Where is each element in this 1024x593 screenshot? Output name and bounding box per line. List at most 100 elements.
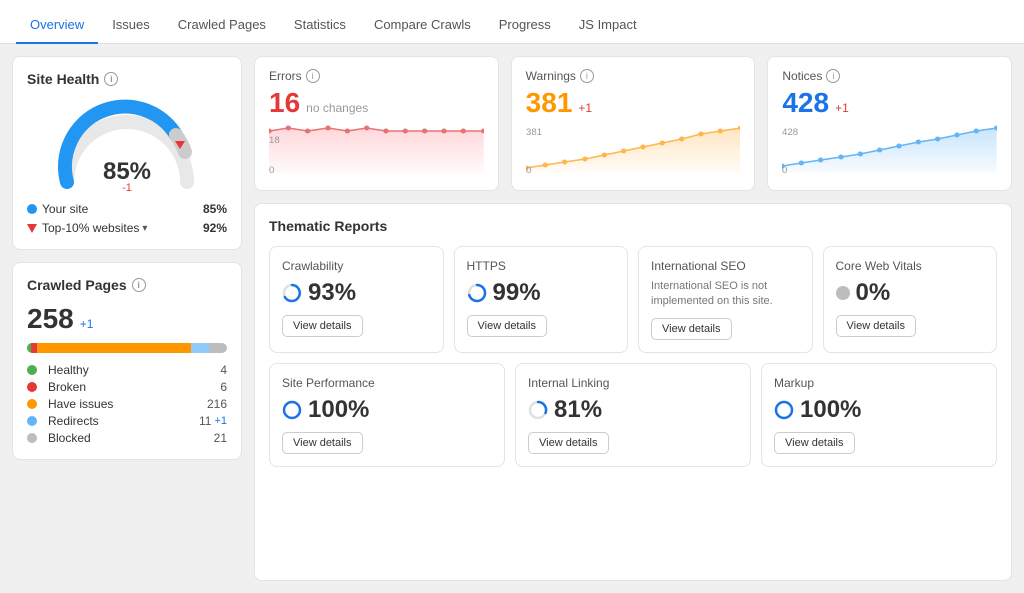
count-healthy: 4 xyxy=(220,363,227,377)
core-web-vitals-view-details-btn[interactable]: View details xyxy=(836,315,917,337)
your-site-value: 85% xyxy=(203,202,227,216)
redirects-delta: +1 xyxy=(214,415,227,427)
thematic-reports-section: Thematic Reports Crawlability 93% xyxy=(254,203,1012,581)
report-core-web-vitals: Core Web Vitals 0% View details xyxy=(823,246,998,353)
site-performance-view-details-btn[interactable]: View details xyxy=(282,432,363,454)
left-panel: Site Health i 85% xyxy=(12,56,242,581)
report-markup: Markup 100% View details xyxy=(761,363,997,467)
warnings-label: Warnings i xyxy=(526,69,741,83)
site-performance-circle-icon xyxy=(282,400,302,420)
https-pct: 99% xyxy=(467,279,616,307)
progress-blocked xyxy=(209,343,227,353)
legend-healthy: Healthy 4 xyxy=(27,363,227,377)
notices-value: 428 xyxy=(782,87,829,119)
svg-text:381: 381 xyxy=(526,127,542,137)
crawlability-circle-icon xyxy=(282,283,302,303)
core-web-vitals-gray-dot-icon xyxy=(836,286,850,300)
errors-info-icon[interactable]: i xyxy=(306,69,320,83)
notices-chart: 428 0 xyxy=(782,123,997,178)
warnings-label-text: Warnings xyxy=(526,69,576,83)
top-sites-value: 92% xyxy=(203,221,227,235)
markup-title: Markup xyxy=(774,376,984,390)
dot-blocked-icon xyxy=(27,433,37,443)
site-performance-pct: 100% xyxy=(282,396,492,424)
warnings-info-icon[interactable]: i xyxy=(580,69,594,83)
report-crawlability: Crawlability 93% View details xyxy=(269,246,444,353)
label-redirects: Redirects xyxy=(48,414,99,428)
crawled-pages-label: Crawled Pages xyxy=(27,277,127,293)
tab-js-impact[interactable]: JS Impact xyxy=(565,7,651,44)
warnings-value: 381 xyxy=(526,87,573,119)
notices-card: Notices i 428 +1 xyxy=(767,56,1012,191)
thematic-grid-row1: Crawlability 93% View details HTTPS xyxy=(269,246,997,353)
dot-redirects-icon xyxy=(27,416,37,426)
tab-overview[interactable]: Overview xyxy=(16,7,98,44)
site-health-card: Site Health i 85% xyxy=(12,56,242,250)
https-title: HTTPS xyxy=(467,259,616,273)
dot-broken-icon xyxy=(27,382,37,392)
your-site-legend: Your site 85% xyxy=(27,202,227,216)
errors-change: no changes xyxy=(306,101,368,115)
crawled-pages-title: Crawled Pages i xyxy=(27,277,227,293)
site-health-label: Site Health xyxy=(27,71,99,87)
dot-have-issues-icon xyxy=(27,399,37,409)
progress-redirects xyxy=(191,343,209,353)
svg-text:0: 0 xyxy=(269,165,274,175)
internal-linking-circle-icon xyxy=(528,400,548,420)
count-redirects: 11 +1 xyxy=(199,414,227,428)
warnings-change: +1 xyxy=(578,101,592,115)
notices-change: +1 xyxy=(835,101,849,115)
crawled-pages-info-icon[interactable]: i xyxy=(132,278,146,292)
gauge-delta: -1 xyxy=(122,182,132,194)
stats-row: Errors i 16 no changes xyxy=(254,56,1012,191)
crawlability-view-details-btn[interactable]: View details xyxy=(282,315,363,337)
https-view-details-btn[interactable]: View details xyxy=(467,315,548,337)
legend-broken: Broken 6 xyxy=(27,380,227,394)
tab-crawled-pages[interactable]: Crawled Pages xyxy=(164,7,280,44)
core-web-vitals-title: Core Web Vitals xyxy=(836,259,985,273)
svg-text:18: 18 xyxy=(269,135,280,145)
international-seo-view-details-btn[interactable]: View details xyxy=(651,318,732,340)
international-seo-note: International SEO is not implemented on … xyxy=(651,279,800,310)
label-blocked: Blocked xyxy=(48,431,91,445)
top-sites-caret-icon[interactable]: ▾ xyxy=(142,223,147,234)
count-blocked: 21 xyxy=(214,431,227,445)
progress-issues xyxy=(37,343,191,353)
report-https: HTTPS 99% View details xyxy=(454,246,629,353)
label-broken: Broken xyxy=(48,380,86,394)
errors-label: Errors i xyxy=(269,69,484,83)
site-performance-title: Site Performance xyxy=(282,376,492,390)
report-site-performance: Site Performance 100% View details xyxy=(269,363,505,467)
international-seo-title: International SEO xyxy=(651,259,800,273)
markup-circle-icon xyxy=(774,400,794,420)
errors-chart: 18 0 xyxy=(269,123,484,178)
markup-view-details-btn[interactable]: View details xyxy=(774,432,855,454)
warnings-chart: 381 0 xyxy=(526,123,741,178)
internal-linking-pct: 81% xyxy=(528,396,738,424)
thematic-reports-title: Thematic Reports xyxy=(269,218,997,234)
main-nav: Overview Issues Crawled Pages Statistics… xyxy=(0,0,1024,44)
markup-pct: 100% xyxy=(774,396,984,424)
your-site-dot xyxy=(27,204,37,214)
site-health-info-icon[interactable]: i xyxy=(104,72,118,86)
tab-statistics[interactable]: Statistics xyxy=(280,7,360,44)
tab-progress[interactable]: Progress xyxy=(485,7,565,44)
crawled-pages-card: Crawled Pages i 258 +1 xyxy=(12,262,242,460)
legend-blocked: Blocked 21 xyxy=(27,431,227,445)
right-panel: Errors i 16 no changes xyxy=(254,56,1012,581)
top-sites-legend: Top-10% websites ▾ 92% xyxy=(27,221,227,235)
crawlability-pct: 93% xyxy=(282,279,431,307)
notices-info-icon[interactable]: i xyxy=(826,69,840,83)
report-international-seo: International SEO International SEO is n… xyxy=(638,246,813,353)
svg-text:0: 0 xyxy=(526,165,531,175)
tab-issues[interactable]: Issues xyxy=(98,7,164,44)
site-health-title: Site Health i xyxy=(27,71,227,87)
main-content: Site Health i 85% xyxy=(0,44,1024,593)
your-site-label: Your site xyxy=(42,202,88,216)
top-sites-label: Top-10% websites xyxy=(42,221,139,235)
notices-label-text: Notices xyxy=(782,69,822,83)
page-legend: Healthy 4 Broken 6 Hav xyxy=(27,363,227,445)
internal-linking-view-details-btn[interactable]: View details xyxy=(528,432,609,454)
tab-compare-crawls[interactable]: Compare Crawls xyxy=(360,7,485,44)
count-have-issues: 216 xyxy=(207,397,227,411)
